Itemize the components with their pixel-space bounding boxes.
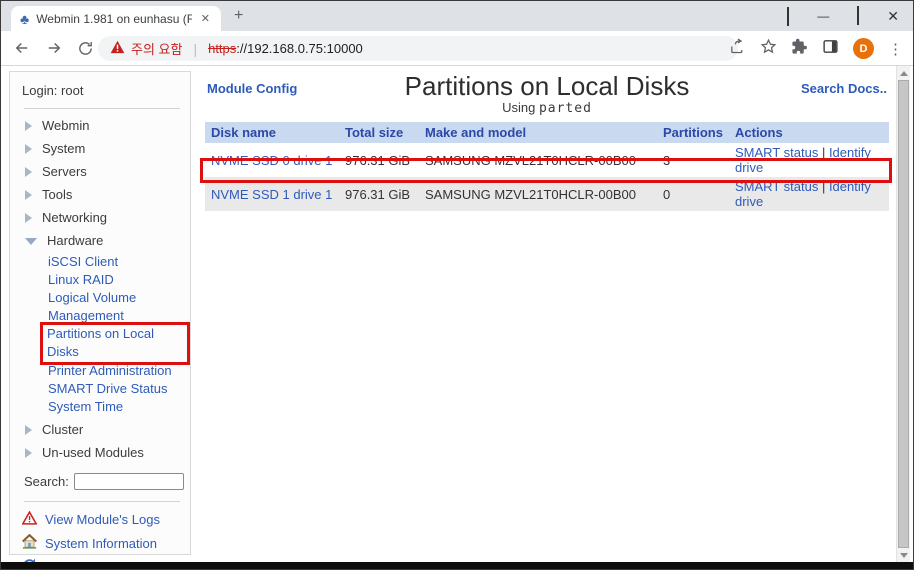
page-title: Partitions on Local Disks xyxy=(197,66,897,100)
smart-status-link[interactable]: SMART status xyxy=(735,179,818,194)
make-model-cell: SAMSUNG MZVL21T0HCLR-00B00 xyxy=(419,177,657,211)
vertical-scrollbar[interactable] xyxy=(896,66,910,562)
sidebar-category-system[interactable]: System xyxy=(22,137,190,160)
bookmark-star-icon[interactable] xyxy=(760,38,777,60)
table-header-row: Disk name Total size Make and model Part… xyxy=(205,122,889,143)
chevron-right-icon xyxy=(25,448,32,458)
window-close-button[interactable]: ✕ xyxy=(887,8,899,25)
reload-icon[interactable] xyxy=(77,40,94,57)
home-icon xyxy=(22,534,37,552)
scrollbar-thumb[interactable] xyxy=(898,80,909,548)
table-row-disk-1: NVME SSD 1 drive 1 976.31 GiB SAMSUNG MZ… xyxy=(205,177,889,211)
share-icon[interactable] xyxy=(729,38,746,60)
partitions-cell: 0 xyxy=(657,177,729,211)
chevron-right-icon xyxy=(25,213,32,223)
column-header-disk-name: Disk name xyxy=(205,122,339,143)
warning-triangle-icon xyxy=(22,511,37,528)
side-panel-icon[interactable] xyxy=(822,38,839,60)
table-row-disk-0: NVME SSD 0 drive 1 976.31 GiB SAMSUNG MZ… xyxy=(205,143,889,177)
column-header-actions: Actions xyxy=(729,122,889,143)
chevron-right-icon xyxy=(25,167,32,177)
module-config-link[interactable]: Module Config xyxy=(207,81,297,96)
search-input[interactable] xyxy=(74,473,184,490)
make-model-cell: SAMSUNG MZVL21T0HCLR-00B00 xyxy=(419,143,657,177)
total-size-cell: 976.31 GiB xyxy=(339,177,419,211)
action-separator: | xyxy=(818,145,829,160)
url-divider: | xyxy=(193,41,197,57)
sidebar-item-lvm[interactable]: Logical Volume Management xyxy=(48,289,190,325)
page-viewport: Login: root Webmin System Servers Tools … xyxy=(1,66,913,562)
webmin-sidebar: Login: root Webmin System Servers Tools … xyxy=(9,71,191,555)
column-header-total-size: Total size xyxy=(339,122,419,143)
search-docs-link[interactable]: Search Docs.. xyxy=(801,81,887,96)
disk-name-link[interactable]: NVME SSD 1 drive 1 xyxy=(211,187,332,202)
total-size-cell: 976.31 GiB xyxy=(339,143,419,177)
window-chevron-icon[interactable] xyxy=(787,7,789,25)
new-tab-button[interactable]: + xyxy=(234,7,243,25)
window-minimize-button[interactable]: — xyxy=(817,9,829,23)
scroll-down-icon[interactable] xyxy=(897,548,911,562)
chevron-right-icon xyxy=(25,121,32,131)
chevron-down-icon xyxy=(25,238,37,245)
browser-tab[interactable]: ♣ Webmin 1.981 on eunhasu (Fed ✕ xyxy=(11,6,221,31)
login-status: Login: root xyxy=(22,83,190,99)
webmin-favicon-icon: ♣ xyxy=(20,12,29,26)
browser-menu-icon[interactable]: ⋮ xyxy=(888,40,903,58)
system-information-link[interactable]: System Information xyxy=(22,531,190,555)
sidebar-category-networking[interactable]: Networking xyxy=(22,206,190,229)
sidebar-item-linux-raid[interactable]: Linux RAID xyxy=(48,271,190,289)
security-warning-icon[interactable] xyxy=(110,40,125,57)
sidebar-item-system-time[interactable]: System Time xyxy=(48,398,190,416)
partitions-cell: 3 xyxy=(657,143,729,177)
sidebar-item-iscsi-client[interactable]: iSCSI Client xyxy=(48,253,190,271)
chevron-right-icon xyxy=(25,425,32,435)
column-header-make-model: Make and model xyxy=(419,122,657,143)
sidebar-divider xyxy=(24,501,180,502)
sidebar-category-cluster[interactable]: Cluster xyxy=(22,418,190,441)
action-separator: | xyxy=(818,179,829,194)
column-header-partitions: Partitions xyxy=(657,122,729,143)
disk-name-link[interactable]: NVME SSD 0 drive 1 xyxy=(211,153,332,168)
view-module-logs-link[interactable]: View Module's Logs xyxy=(22,507,190,531)
main-content: Module Config Search Docs.. Partitions o… xyxy=(197,66,897,562)
search-label: Search: xyxy=(24,474,69,489)
page-subtitle: Using parted xyxy=(197,100,897,116)
hardware-submenu: iSCSI Client Linux RAID Logical Volume M… xyxy=(22,253,190,416)
sidebar-category-unused-modules[interactable]: Un-used Modules xyxy=(22,441,190,464)
sidebar-item-partitions-wrap: Partitions on Local Disks xyxy=(48,325,190,362)
highlight-annotation: Partitions on Local Disks xyxy=(40,322,190,365)
window-maximize-button[interactable] xyxy=(857,7,859,25)
sidebar-category-servers[interactable]: Servers xyxy=(22,160,190,183)
window-bottom-edge xyxy=(1,562,913,569)
chevron-right-icon xyxy=(25,190,32,200)
sidebar-item-partitions-on-local-disks[interactable]: Partitions on Local Disks xyxy=(47,326,154,359)
chevron-right-icon xyxy=(25,144,32,154)
url-host: ://192.168.0.75:10000 xyxy=(236,41,363,56)
disks-table: Disk name Total size Make and model Part… xyxy=(205,122,889,211)
browser-toolbar: 주의 요함 | https://192.168.0.75:10000 D ⋮ xyxy=(1,31,913,66)
tab-title: Webmin 1.981 on eunhasu (Fed xyxy=(36,12,192,26)
sidebar-divider xyxy=(24,108,180,109)
tab-close-icon[interactable]: ✕ xyxy=(199,12,212,25)
extensions-puzzle-icon[interactable] xyxy=(791,38,808,60)
url-text: https://192.168.0.75:10000 xyxy=(208,41,363,56)
actions-cell: SMART status | Identify drive xyxy=(729,143,889,177)
scroll-up-icon[interactable] xyxy=(897,66,911,80)
forward-icon[interactable] xyxy=(45,39,63,57)
sidebar-item-smart-drive-status[interactable]: SMART Drive Status xyxy=(48,380,190,398)
sidebar-category-hardware[interactable]: Hardware xyxy=(22,229,190,252)
actions-cell: SMART status | Identify drive xyxy=(729,177,889,211)
url-scheme: https xyxy=(208,41,236,56)
parted-command-text: parted xyxy=(539,101,592,116)
browser-window: ♣ Webmin 1.981 on eunhasu (Fed ✕ + — ✕ xyxy=(0,0,914,570)
security-warning-text: 주의 요함 xyxy=(131,39,182,58)
smart-status-link[interactable]: SMART status xyxy=(735,145,818,160)
browser-titlebar: ♣ Webmin 1.981 on eunhasu (Fed ✕ + — ✕ xyxy=(1,1,913,31)
sidebar-category-webmin[interactable]: Webmin xyxy=(22,114,190,137)
url-bar[interactable]: 주의 요함 | https://192.168.0.75:10000 xyxy=(98,36,738,61)
sidebar-category-tools[interactable]: Tools xyxy=(22,183,190,206)
profile-avatar[interactable]: D xyxy=(853,38,874,59)
back-icon[interactable] xyxy=(13,39,31,57)
sidebar-item-printer-administration[interactable]: Printer Administration xyxy=(48,362,190,380)
